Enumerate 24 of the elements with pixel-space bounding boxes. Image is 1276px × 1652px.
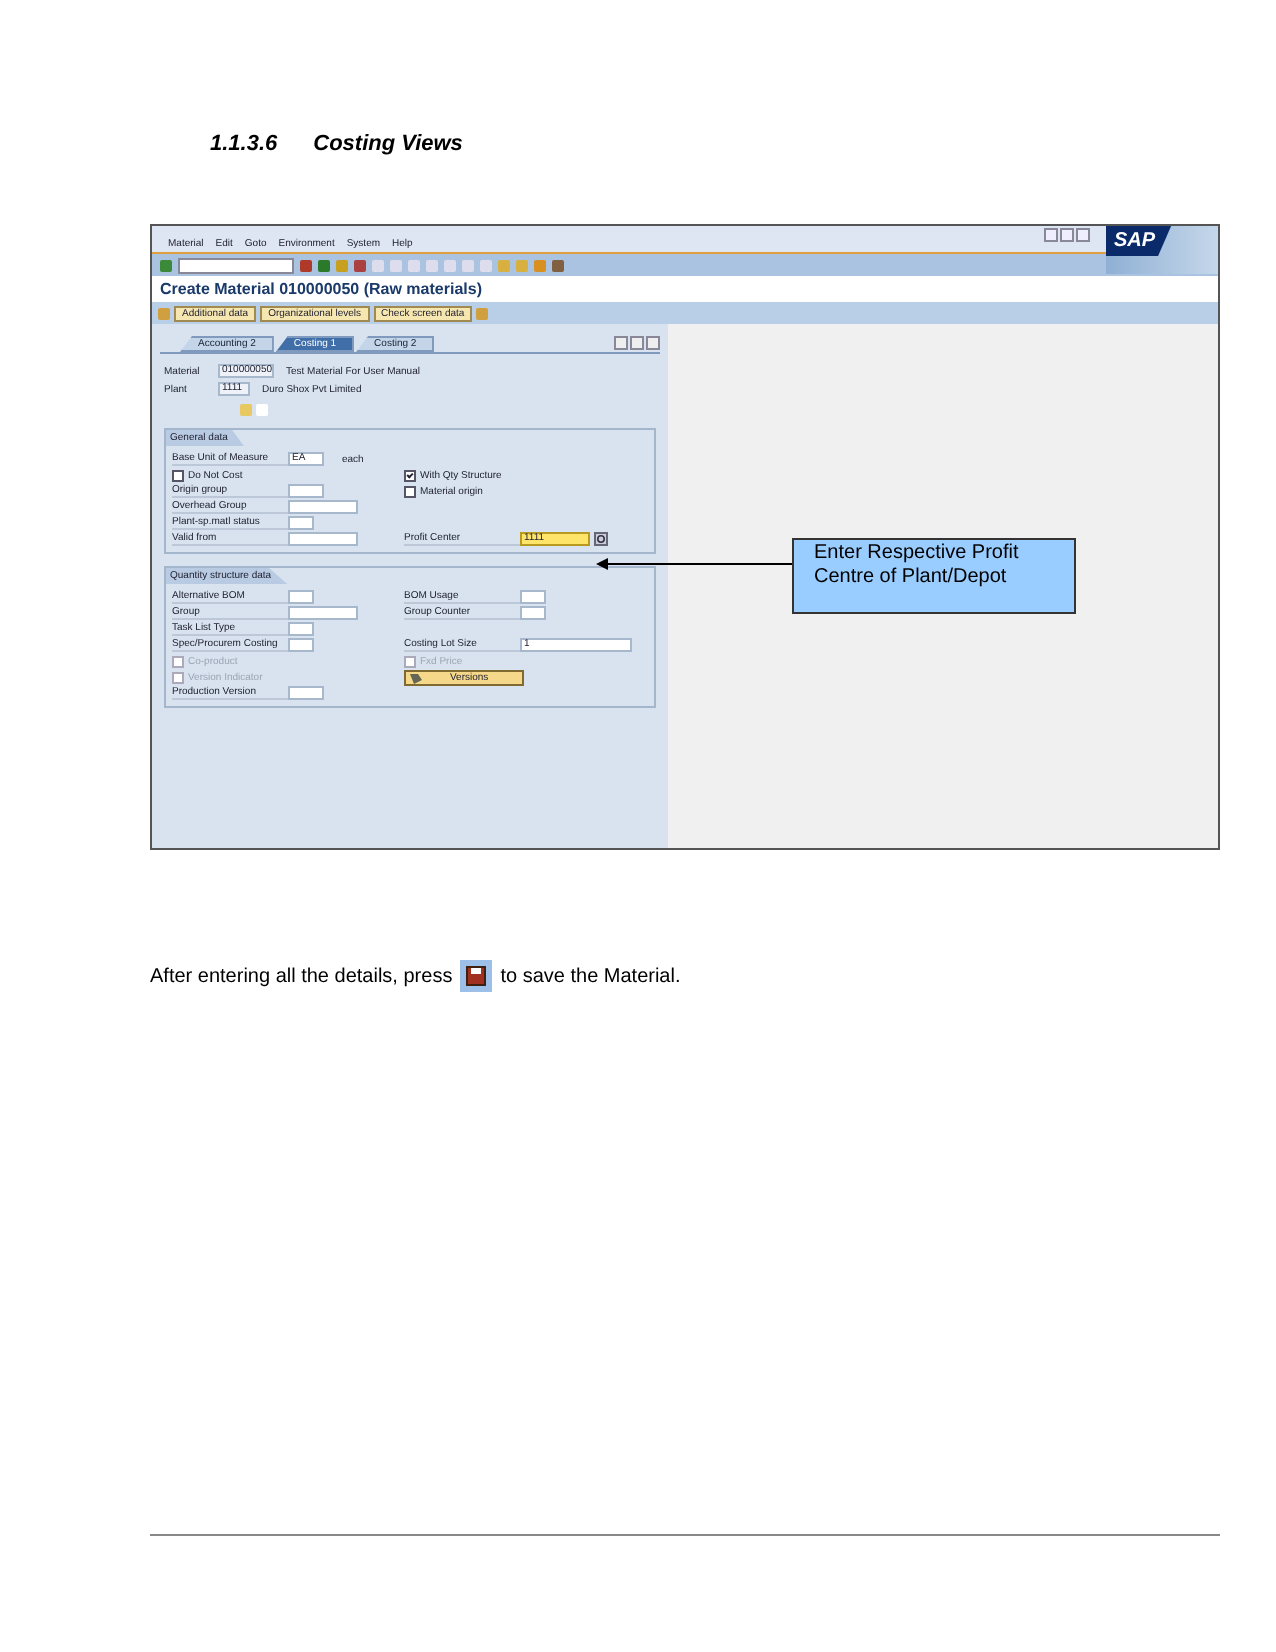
input-field[interactable] [288, 590, 314, 604]
input-field[interactable] [288, 606, 358, 620]
checkbox[interactable] [172, 469, 184, 481]
checkbox[interactable] [404, 469, 416, 481]
input-field[interactable] [288, 532, 358, 546]
input-field[interactable] [288, 638, 314, 652]
input-field[interactable] [288, 686, 324, 700]
input-field[interactable] [288, 516, 314, 530]
search-help-icon[interactable] [594, 532, 608, 546]
instruction-text: After entering all the details, press [150, 965, 453, 987]
edit-icon [410, 672, 422, 684]
callout-note: Enter Respective Profit Centre of Plant/Depot [792, 538, 1076, 614]
input-field[interactable] [520, 590, 546, 604]
input-field[interactable] [288, 622, 314, 636]
command-field[interactable] [178, 257, 294, 273]
input-field[interactable] [288, 500, 358, 514]
input-field[interactable] [288, 484, 324, 498]
sap-logo: SAP [1106, 226, 1172, 256]
screen-title: Create Material 010000050 (Raw materials) [152, 276, 1218, 302]
instruction-text: to save the Material. [500, 965, 681, 987]
section-title: Costing Views [313, 132, 463, 156]
checkbox[interactable] [404, 485, 416, 497]
input-field[interactable] [520, 606, 546, 620]
section-number: 1.1.3.6 [210, 132, 278, 156]
